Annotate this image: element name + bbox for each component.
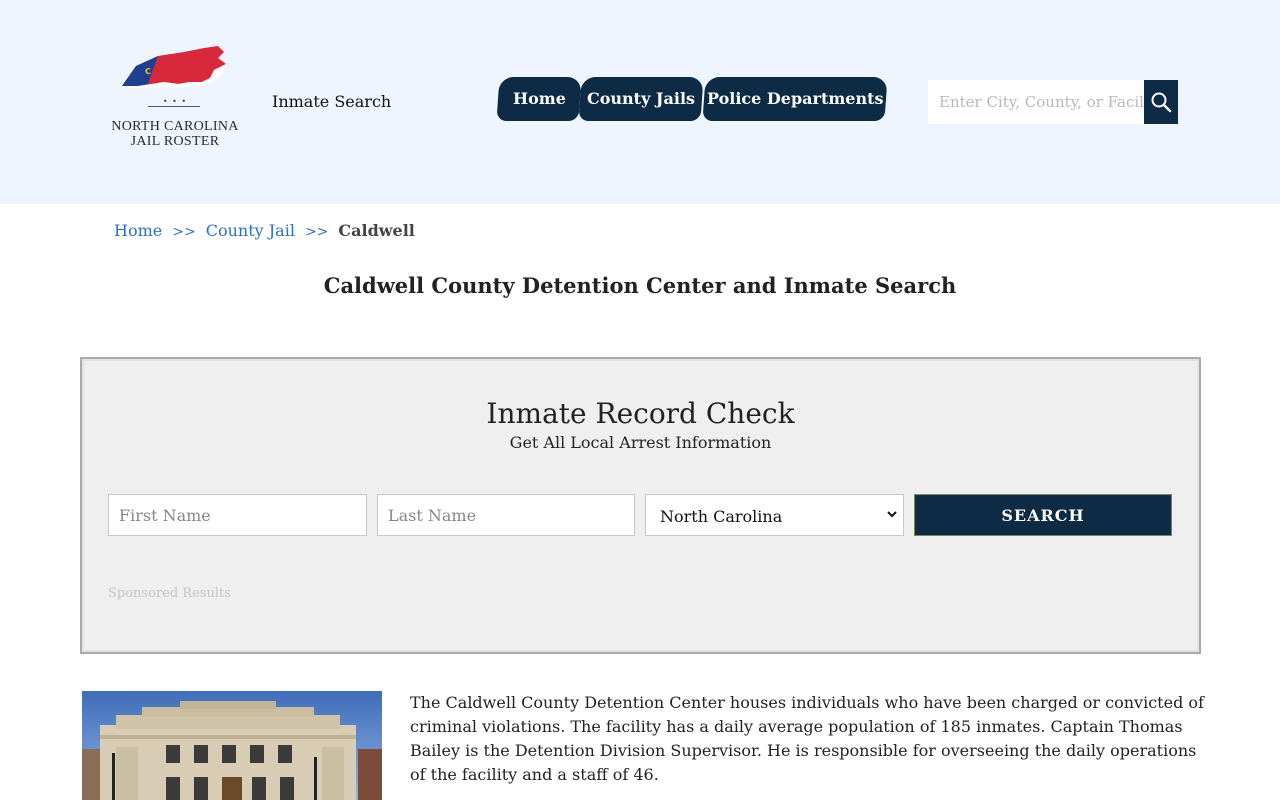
state-select[interactable]: North Carolina: [645, 494, 904, 536]
site-search: [928, 80, 1178, 124]
logo-text-line2: JAIL ROSTER: [130, 134, 220, 149]
logo-divider: [148, 106, 200, 107]
record-check-subtitle: Get All Local Arrest Information: [509, 433, 772, 452]
first-name-field[interactable]: [108, 494, 367, 536]
breadcrumb-county-jail[interactable]: County Jail: [206, 221, 295, 240]
breadcrumb-separator: >>: [172, 224, 196, 240]
nav-tab-label: County Jails: [586, 89, 696, 108]
record-check-title: Inmate Record Check: [486, 397, 795, 430]
breadcrumb-current: Caldwell: [338, 221, 415, 240]
state-select-value: North Carolina: [660, 507, 783, 526]
chevron-down-icon: [887, 511, 897, 518]
site-search-input[interactable]: [928, 80, 1144, 124]
logo-dots: • • •: [162, 97, 188, 106]
nav-tab-home[interactable]: Home: [496, 77, 582, 121]
north-carolina-state-flag-icon: C: [122, 46, 226, 88]
logo-text: NORTH CAROLINA JAIL ROSTER: [104, 119, 246, 149]
nav-tab-county-jails[interactable]: County Jails: [578, 77, 704, 121]
detention-center-photo: [82, 691, 382, 800]
search-icon: [1151, 92, 1172, 113]
record-search-button[interactable]: SEARCH: [914, 494, 1172, 536]
svg-text:C: C: [145, 67, 151, 76]
last-name-field[interactable]: [377, 494, 635, 536]
inmate-search-link[interactable]: Inmate Search: [272, 92, 391, 111]
nav-tab-label: Home: [512, 89, 566, 108]
page-title: Caldwell County Detention Center and Inm…: [323, 273, 957, 298]
facility-description: The Caldwell County Detention Center hou…: [410, 693, 1204, 784]
nav-tab-label: Police Departments: [706, 89, 884, 108]
site-search-button[interactable]: [1144, 80, 1178, 124]
logo-text-line1: NORTH CAROLINA: [111, 119, 239, 134]
breadcrumb: Home >> County Jail >> Caldwell: [114, 221, 415, 240]
sponsored-results-label: Sponsored Results: [108, 586, 231, 601]
site-logo[interactable]: C • • • NORTH CAROLINA JAIL ROSTER: [104, 44, 246, 156]
breadcrumb-home[interactable]: Home: [114, 221, 162, 240]
site-header: C • • • NORTH CAROLINA JAIL ROSTER Inmat…: [0, 0, 1280, 204]
breadcrumb-separator: >>: [304, 224, 329, 240]
inmate-record-check-panel: Inmate Record Check Get All Local Arrest…: [80, 357, 1201, 654]
nav-tab-police-departments[interactable]: Police Departments: [702, 77, 888, 121]
